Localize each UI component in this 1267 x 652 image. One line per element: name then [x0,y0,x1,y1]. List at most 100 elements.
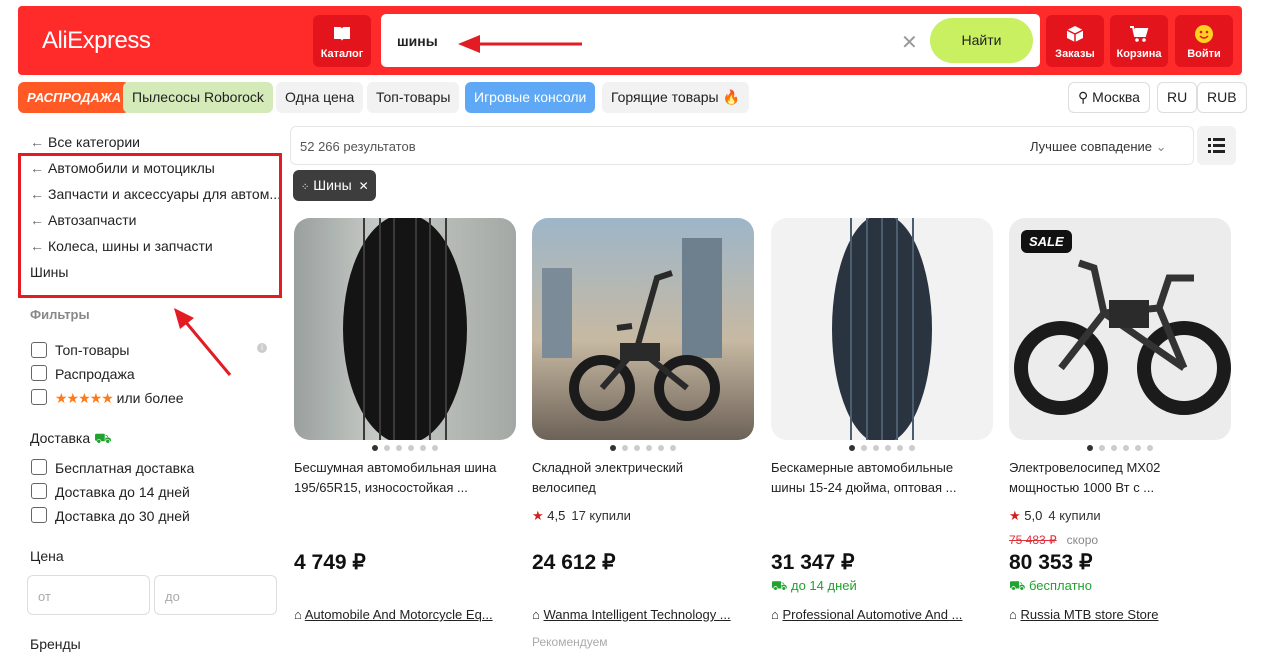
product-title-line: шины 15-24 дюйма, оптовая ... [771,480,957,495]
clear-icon[interactable]: ✕ [901,30,918,55]
smiley-icon [1195,25,1213,43]
category-all[interactable]: ← Все категории [30,134,140,150]
seller-name: Automobile And Motorcycle Eq... [304,607,493,622]
delivery-info: ⛟ до 14 дней [771,578,857,596]
chip-game-consoles[interactable]: Игровые консоли [465,82,596,113]
login-button[interactable]: Войти [1175,15,1233,67]
chip-hot-products[interactable]: Горящие товары 🔥 [602,82,749,113]
soon-label: скоро [1066,533,1099,547]
seller-link[interactable]: ⌂ Russia MTB store Store [1009,607,1231,622]
filter-rating-label: или более [116,390,184,406]
store-icon: ⌂ [532,607,540,622]
product-title[interactable]: Бесшумная автомобильная шина 195/65R15, и… [294,458,516,498]
tire-image [343,218,467,440]
chip-one-price[interactable]: Одна цена [276,82,364,113]
ebike-image [542,238,722,421]
product-title-line: Бескамерные автомобильные [771,460,954,475]
filter-rating-checkbox[interactable] [31,389,47,405]
product-rating: ★ 5,0 4 купили [1009,508,1101,524]
cart-button[interactable]: Корзина [1110,15,1168,67]
chevron-down-icon: ⌄ [1155,139,1167,154]
catalog-button[interactable]: Каталог [313,15,371,67]
product-image[interactable]: SALE [1009,218,1231,440]
seller-link[interactable]: ⌂ Automobile And Motorcycle Eq... [294,607,516,622]
store-icon: ⌂ [294,607,302,622]
chip-hot-label: Горящие товары [611,89,719,105]
image-carousel-dots[interactable] [532,445,754,451]
free-delivery-checkbox[interactable] [31,459,47,475]
truck-icon: ⛟ [1009,578,1026,593]
rating-value: 4,5 [547,508,566,523]
truck-icon: ⛟ [94,430,112,446]
category-label: Все категории [48,134,140,150]
grid-icon: ⁘ [301,182,310,193]
price-heading: Цена [30,548,64,564]
filter-top-checkbox[interactable] [31,342,47,358]
results-count: 52 266 результатов [300,139,416,154]
price-from-input[interactable]: от [27,575,150,615]
chip-top-products[interactable]: Топ-товары [367,82,460,113]
product-title[interactable]: Электровелосипед MX02 мощностью 1000 Вт с… [1009,458,1231,498]
annotation-arrow-search [458,35,582,53]
product-title[interactable]: Бескамерные автомобильные шины 15-24 дюйм… [771,458,993,498]
list-view-icon [1208,138,1225,153]
search-input[interactable]: шины [397,33,438,49]
filter-top-label: Топ-товары [55,342,130,358]
delivery-heading: Доставка ⛟ [30,430,112,449]
product-image[interactable] [532,218,754,440]
store-icon: ⌂ [771,607,779,622]
price-to-input[interactable]: до [154,575,277,615]
annotation-highlight-box [18,153,282,298]
image-carousel-dots[interactable] [294,445,516,451]
annotation-arrow-sidebar [174,308,232,376]
seller-link[interactable]: ⌂ Wanma Intelligent Technology ... [532,607,754,622]
find-button[interactable]: Найти [930,18,1033,63]
product-title-line: мощностью 1000 Вт с ... [1009,480,1155,495]
view-toggle-button[interactable] [1197,126,1236,165]
sort-dropdown[interactable]: Лучшее совпадение ⌄ [1030,139,1167,155]
catalog-label: Каталог [320,48,364,60]
seller-name: Russia MTB store Store [1020,607,1159,622]
recommended-label: Рекомендуем [532,635,608,649]
location-pin-icon: ⚲ [1078,89,1089,105]
delivery-30-label: Доставка до 30 дней [55,508,190,524]
sort-label: Лучшее совпадение [1030,139,1152,154]
delivery-info: ⛟ бесплатно [1009,578,1092,596]
filter-sale-label: Распродажа [55,366,135,382]
product-image[interactable] [294,218,516,440]
bought-count: 4 купили [1048,508,1101,523]
rating-value: 5,0 [1024,508,1043,523]
tag-label: Шины [313,177,352,193]
delivery-14-label: Доставка до 14 дней [55,484,190,500]
orders-button[interactable]: Заказы [1046,15,1104,67]
chip-sale[interactable]: РАСПРОДАЖА [18,82,131,113]
brands-heading: Бренды [30,636,81,652]
product-title-line: Электровелосипед MX02 [1009,460,1161,475]
login-label: Войти [1187,48,1221,60]
image-carousel-dots[interactable] [771,445,993,451]
product-price: 4 749 ₽ [294,551,366,574]
chip-roborock[interactable]: Пылесосы Roborock [123,82,273,113]
filters-heading: Фильтры [30,307,90,322]
aliexpress-logo[interactable]: AliExpress [42,27,151,55]
seller-link[interactable]: ⌂ Professional Automotive And ... [771,607,993,622]
cart-label: Корзина [1116,48,1162,60]
product-image[interactable] [771,218,993,440]
stars-icon: ★★★★★ [55,390,114,406]
product-title[interactable]: Складной электрический велосипед [532,458,754,498]
delivery-30-checkbox[interactable] [31,507,47,523]
info-icon[interactable]: i [257,343,267,353]
image-carousel-dots[interactable] [1009,445,1231,451]
currency-selector[interactable]: RUB [1197,82,1247,113]
active-filter-tag[interactable]: ⁘ Шины ✕ [293,170,376,201]
book-icon [334,27,350,41]
cart-icon [1130,26,1149,42]
seller-name: Professional Automotive And ... [782,607,963,622]
filter-sale-checkbox[interactable] [31,365,47,381]
product-rating: ★ 4,5 17 купили [532,508,631,524]
city-selector[interactable]: ⚲ Москва [1068,82,1150,113]
delivery-14-checkbox[interactable] [31,483,47,499]
language-selector[interactable]: RU [1157,82,1198,113]
close-icon[interactable]: ✕ [359,179,369,193]
bought-count: 17 купили [571,508,631,523]
